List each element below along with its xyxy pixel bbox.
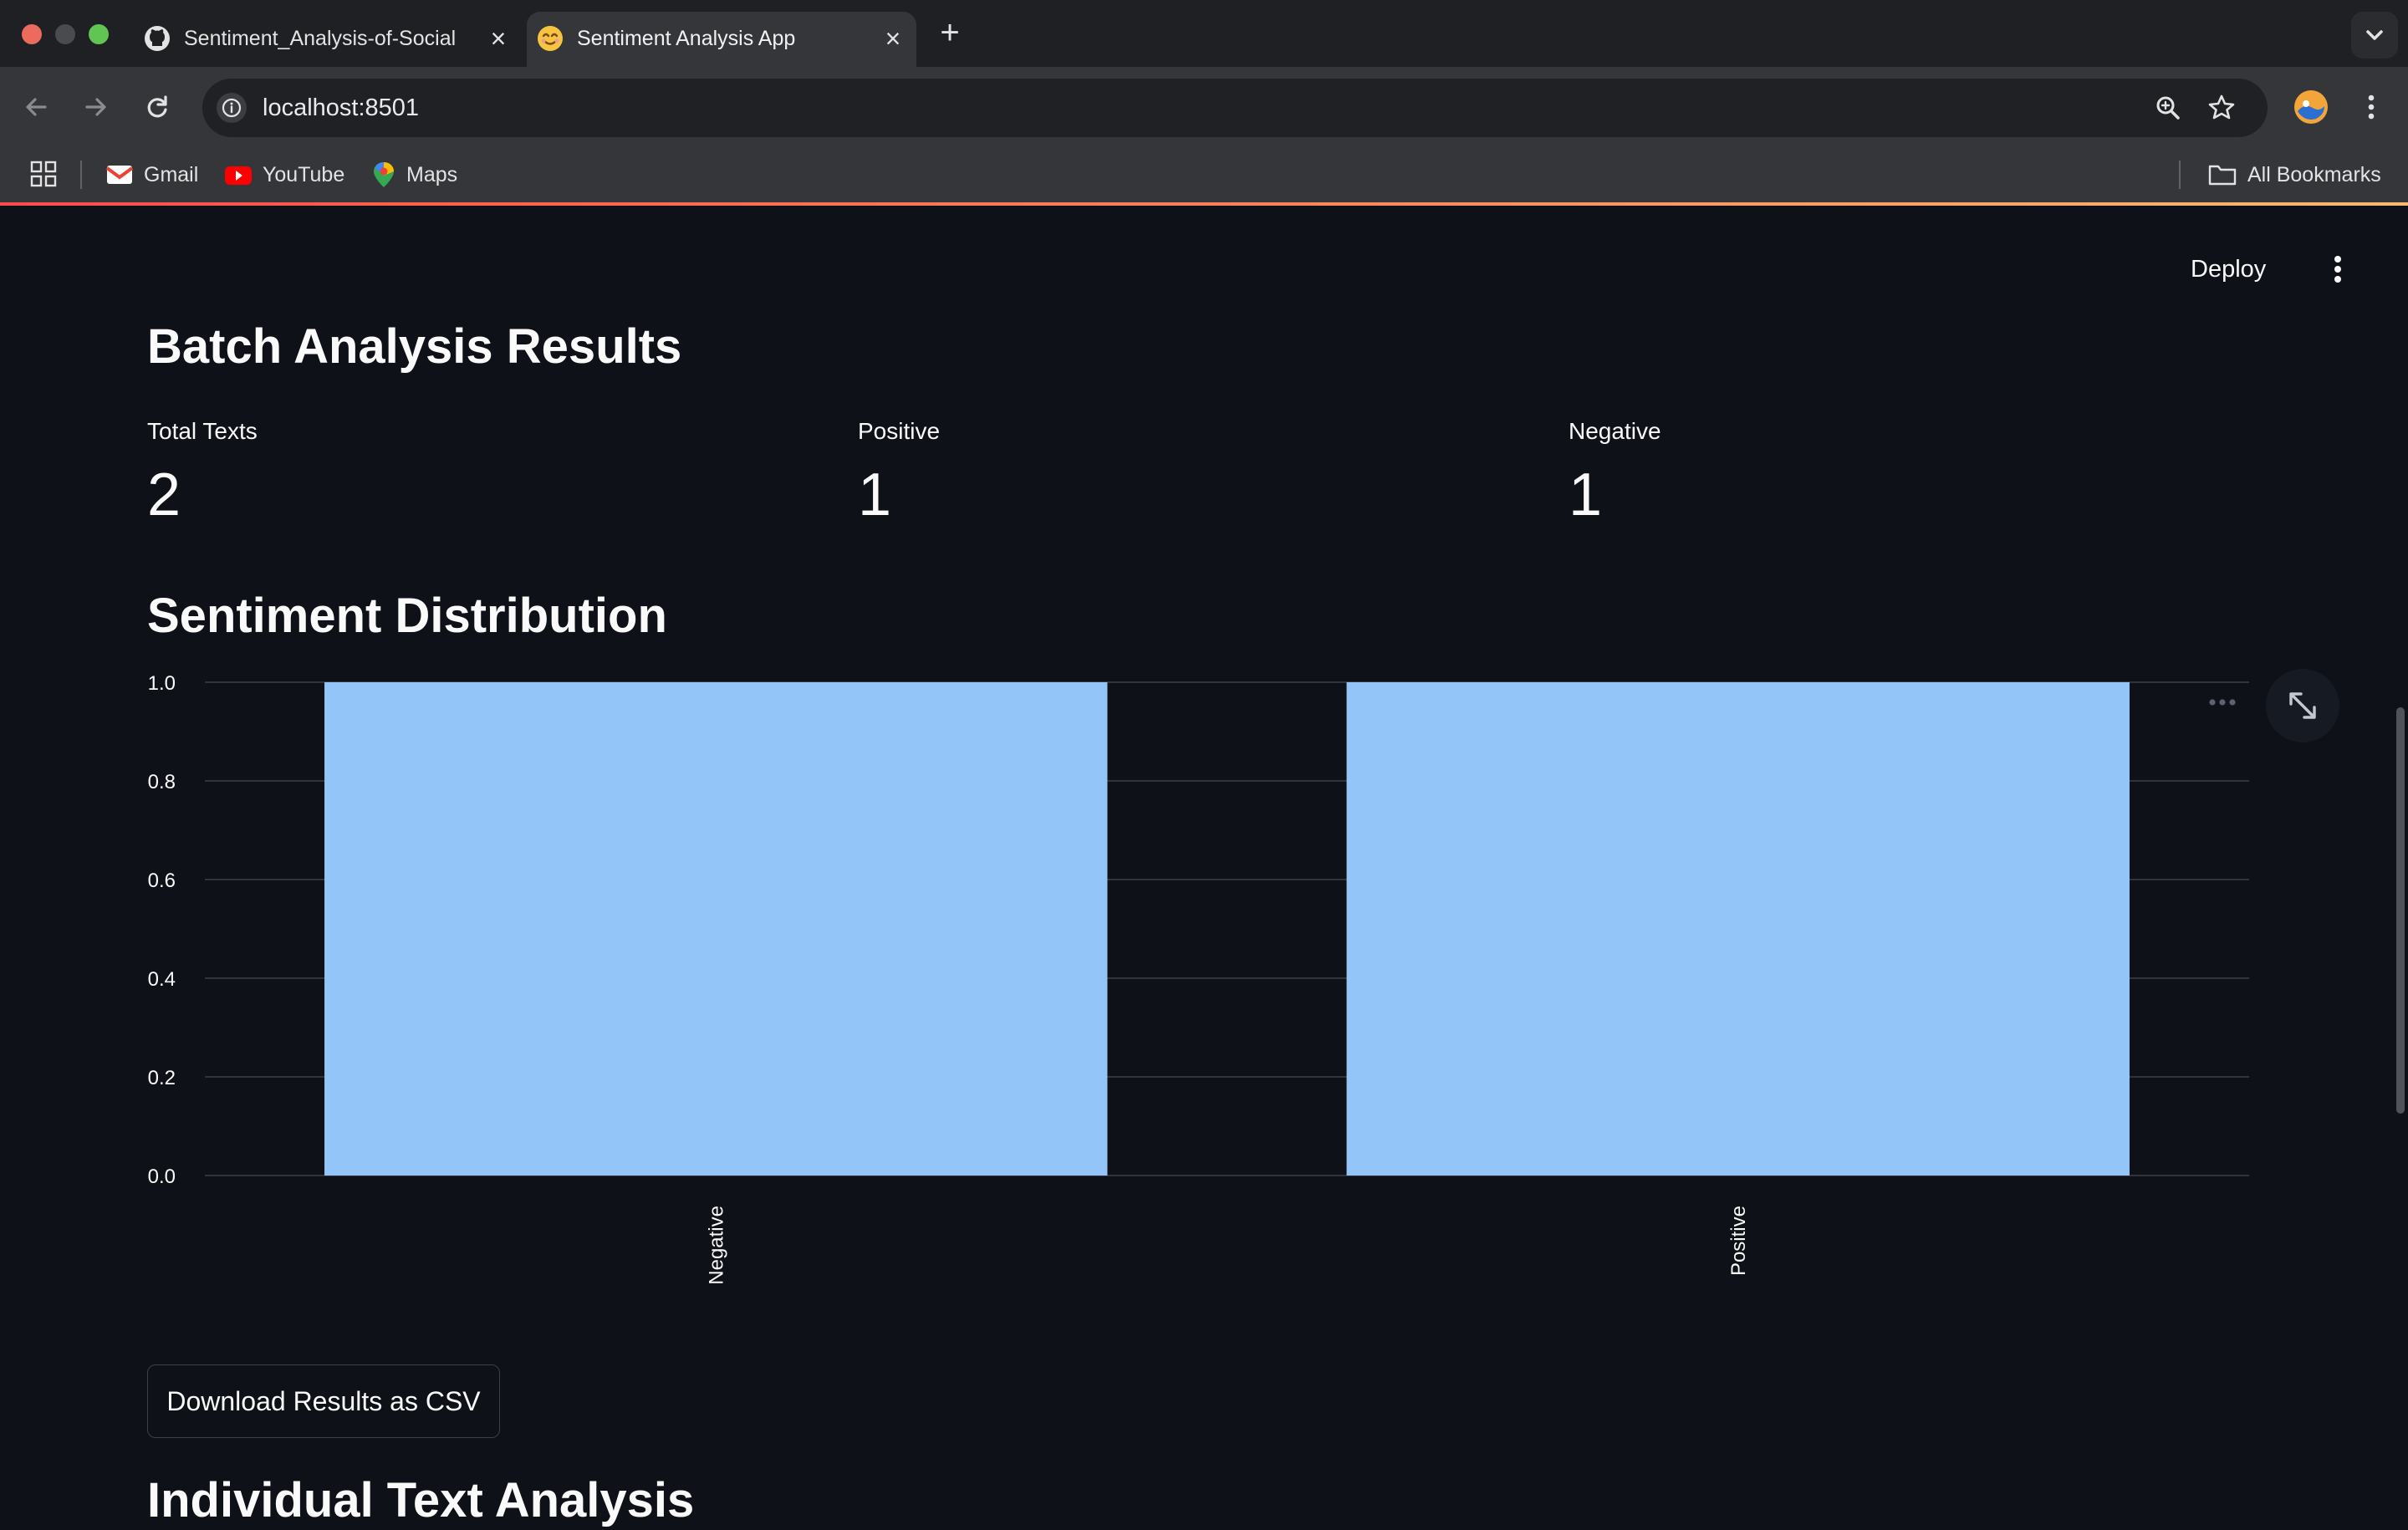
maps-icon xyxy=(374,162,394,187)
all-bookmarks-button[interactable]: All Bookmarks xyxy=(2207,157,2391,192)
tab-sentiment-app[interactable]: Sentiment Analysis App × xyxy=(527,12,916,67)
site-info-icon[interactable] xyxy=(214,90,249,125)
kebab-menu-icon xyxy=(2368,94,2375,120)
bookmark-gmail[interactable]: Gmail xyxy=(105,157,202,192)
page-title: Batch Analysis Results xyxy=(147,319,682,374)
apps-grid-icon xyxy=(30,161,57,187)
y-tick-label: 0.2 xyxy=(148,1067,176,1089)
y-tick-label: 1.0 xyxy=(148,672,176,695)
gmail-icon xyxy=(105,166,134,184)
back-button[interactable] xyxy=(13,84,60,130)
profile-avatar[interactable] xyxy=(2288,84,2334,130)
tab-search-button[interactable] xyxy=(2351,12,2398,59)
y-tick-label: 0.8 xyxy=(148,771,176,793)
bookmark-label: Maps xyxy=(406,163,458,186)
deploy-button[interactable]: Deploy xyxy=(2191,251,2266,288)
x-axis: Negative Positive xyxy=(705,1206,1750,1285)
youtube-icon xyxy=(225,166,252,185)
new-tab-button[interactable]: + xyxy=(933,16,967,50)
minimize-window-button[interactable] xyxy=(55,24,75,44)
tab-close-icon[interactable]: × xyxy=(878,23,908,54)
kebab-menu-icon xyxy=(2334,256,2341,283)
chevron-down-icon xyxy=(2366,30,2383,40)
y-axis: 0.0 0.2 0.4 0.6 0.8 1.0 xyxy=(148,672,176,1188)
apps-button[interactable] xyxy=(27,157,62,192)
sentiment-bar-chart: 0.0 0.2 0.4 0.6 0.8 1.0 Negative Positive xyxy=(148,672,2249,1285)
bookmark-label: YouTube xyxy=(263,163,345,186)
metric-value: 1 xyxy=(858,462,892,528)
chart-bars xyxy=(324,682,2130,1176)
x-tick-label: Positive xyxy=(1727,1206,1750,1276)
bookmarks-divider xyxy=(2179,161,2181,189)
bookmark-youtube[interactable]: YouTube xyxy=(224,157,349,192)
fullscreen-button[interactable] xyxy=(2266,669,2339,742)
y-tick-label: 0.6 xyxy=(148,870,176,892)
download-csv-button[interactable]: Download Results as CSV xyxy=(147,1364,500,1438)
bar-positive[interactable] xyxy=(1346,682,2130,1176)
expand-icon xyxy=(2289,692,2316,719)
github-icon xyxy=(142,23,172,54)
main-menu-button[interactable] xyxy=(2319,251,2356,288)
browser-toolbar: localhost:8501 xyxy=(0,67,2408,147)
bookmark-label: Gmail xyxy=(144,163,199,186)
arrow-left-icon xyxy=(26,98,47,116)
reload-button[interactable] xyxy=(134,84,181,130)
page-scrollbar[interactable] xyxy=(2396,707,2405,1114)
tab-github[interactable]: Sentiment_Analysis-of-Social × xyxy=(134,12,518,67)
tab-title: Sentiment Analysis App xyxy=(577,27,796,50)
avatar-icon xyxy=(2294,90,2328,124)
star-icon[interactable] xyxy=(2204,90,2239,125)
forward-button[interactable] xyxy=(72,84,119,130)
reload-icon xyxy=(147,95,167,118)
metric-label: Positive xyxy=(858,418,941,444)
section-heading: Sentiment Distribution xyxy=(147,589,667,643)
metric-label: Total Texts xyxy=(147,418,258,444)
url-text[interactable]: localhost:8501 xyxy=(263,79,419,137)
tab-close-icon[interactable]: × xyxy=(483,23,513,54)
chart-toolbar-button[interactable] xyxy=(2199,686,2246,719)
close-window-button[interactable] xyxy=(22,24,42,44)
bookmark-maps[interactable]: Maps xyxy=(371,157,472,192)
browser-menu-button[interactable] xyxy=(2348,84,2395,130)
y-tick-label: 0.4 xyxy=(148,968,176,991)
zoom-icon[interactable] xyxy=(2150,90,2186,125)
address-bar[interactable]: localhost:8501 xyxy=(202,79,2268,137)
all-bookmarks-label: All Bookmarks xyxy=(2247,163,2381,186)
metric-value: 1 xyxy=(1569,462,1603,528)
smiley-icon xyxy=(535,23,565,54)
bookmarks-divider xyxy=(80,161,82,189)
tab-strip: Sentiment_Analysis-of-Social × Sentiment… xyxy=(0,0,2408,67)
section-heading: Individual Text Analysis xyxy=(147,1473,695,1527)
arrow-right-icon xyxy=(85,98,106,116)
bar-negative[interactable] xyxy=(324,682,1108,1176)
maximize-window-button[interactable] xyxy=(89,24,109,44)
streamlit-top-decoration xyxy=(0,202,2408,206)
folder-icon xyxy=(2208,165,2237,186)
tab-title: Sentiment_Analysis-of-Social xyxy=(184,27,457,50)
metric-label: Negative xyxy=(1569,418,1661,444)
y-tick-label: 0.0 xyxy=(148,1165,176,1188)
bookmarks-bar: Gmail YouTube Maps All Bookmarks xyxy=(0,147,2408,202)
metric-value: 2 xyxy=(147,462,181,528)
x-tick-label: Negative xyxy=(705,1206,727,1285)
ellipsis-icon xyxy=(2209,699,2236,706)
